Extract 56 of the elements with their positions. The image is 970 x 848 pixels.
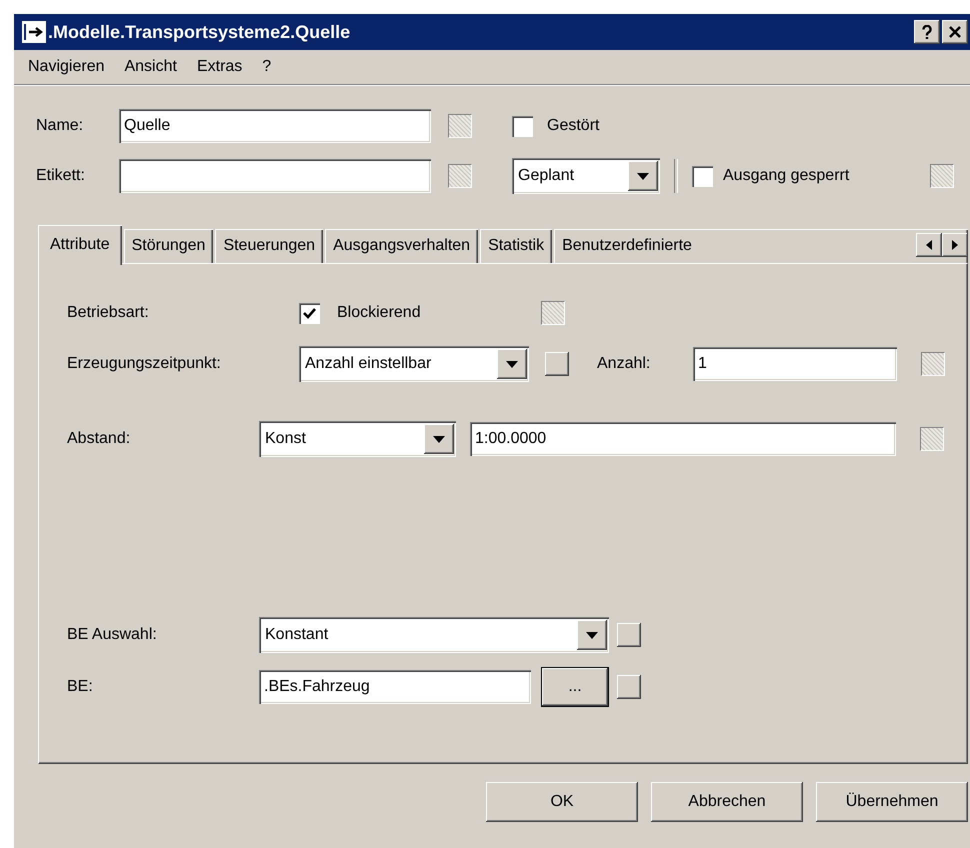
dropdown[interactable]: Geplant bbox=[512, 158, 660, 194]
count-field[interactable]: 1 bbox=[693, 347, 897, 381]
field-label: Betriebsart: bbox=[67, 304, 150, 322]
checkbox[interactable] bbox=[692, 166, 713, 186]
field-label: Etikett: bbox=[36, 167, 86, 185]
checkbox[interactable] bbox=[299, 302, 320, 324]
label-field[interactable] bbox=[119, 159, 431, 193]
tab[interactable]: Benutzerdefinierte bbox=[554, 229, 968, 263]
left-triangle-icon bbox=[926, 240, 932, 250]
field-label: Abstand: bbox=[67, 430, 132, 448]
inherit-checkbox[interactable] bbox=[448, 164, 472, 188]
tab[interactable]: Statistik bbox=[480, 229, 552, 263]
inherit-checkbox[interactable] bbox=[541, 301, 565, 325]
close-button[interactable] bbox=[942, 20, 968, 44]
tab[interactable]: Störungen bbox=[124, 229, 214, 263]
inherit-checkbox[interactable] bbox=[448, 114, 472, 138]
inherit-checkbox[interactable] bbox=[930, 164, 954, 188]
mu-field[interactable]: .BEs.Fahrzeug bbox=[259, 670, 531, 704]
question-mark-icon bbox=[922, 25, 932, 39]
menu-item[interactable]: Ansicht bbox=[114, 58, 187, 76]
menu-item[interactable]: Navigieren bbox=[18, 58, 114, 76]
field-label: BE Auswahl: bbox=[67, 626, 158, 644]
field-label: Name: bbox=[36, 117, 84, 135]
right-triangle-icon bbox=[952, 240, 958, 250]
dialog-button[interactable]: Abbrechen bbox=[651, 782, 803, 822]
browse-button[interactable]: ... bbox=[541, 667, 609, 707]
window-title: .Modelle.Transportsysteme2.Quelle bbox=[48, 22, 350, 42]
name-field[interactable]: Quelle bbox=[119, 109, 431, 143]
inherit-checkbox[interactable] bbox=[921, 352, 945, 376]
tab[interactable]: Steuerungen bbox=[215, 229, 324, 263]
tab[interactable]: Attribute bbox=[38, 225, 122, 265]
close-icon bbox=[949, 26, 961, 38]
scroll-right-button[interactable] bbox=[942, 233, 968, 257]
dropdown[interactable]: Anzahl einstellbar bbox=[299, 346, 529, 382]
checkmark-icon bbox=[303, 308, 316, 318]
dialog-button[interactable]: Übernehmen bbox=[816, 782, 968, 822]
menu-item[interactable]: ? bbox=[252, 58, 282, 76]
field-label: Anzahl: bbox=[597, 355, 652, 373]
help-button[interactable] bbox=[914, 20, 940, 44]
field-label: Erzeugungszeitpunkt: bbox=[67, 355, 222, 373]
checkbox-label: Ausgang gesperrt bbox=[723, 167, 850, 185]
option-button[interactable] bbox=[617, 623, 641, 647]
option-button[interactable] bbox=[617, 675, 641, 699]
dialog-button[interactable]: OK bbox=[486, 782, 638, 822]
field-label: BE: bbox=[67, 678, 94, 696]
menu-item[interactable]: Extras bbox=[186, 58, 252, 76]
inherit-checkbox[interactable] bbox=[920, 427, 944, 451]
dropdown[interactable]: Konst bbox=[259, 421, 456, 457]
checkbox-label: Blockierend bbox=[337, 304, 422, 322]
tab[interactable]: Ausgangsverhalten bbox=[325, 229, 478, 263]
scroll-left-button[interactable] bbox=[916, 233, 942, 257]
option-button[interactable] bbox=[545, 352, 569, 376]
checkbox[interactable] bbox=[512, 116, 533, 136]
dropdown[interactable]: Konstant bbox=[259, 617, 609, 653]
checkbox-label: Gestört bbox=[547, 117, 600, 135]
interval-field[interactable]: 1:00.0000 bbox=[470, 422, 896, 456]
